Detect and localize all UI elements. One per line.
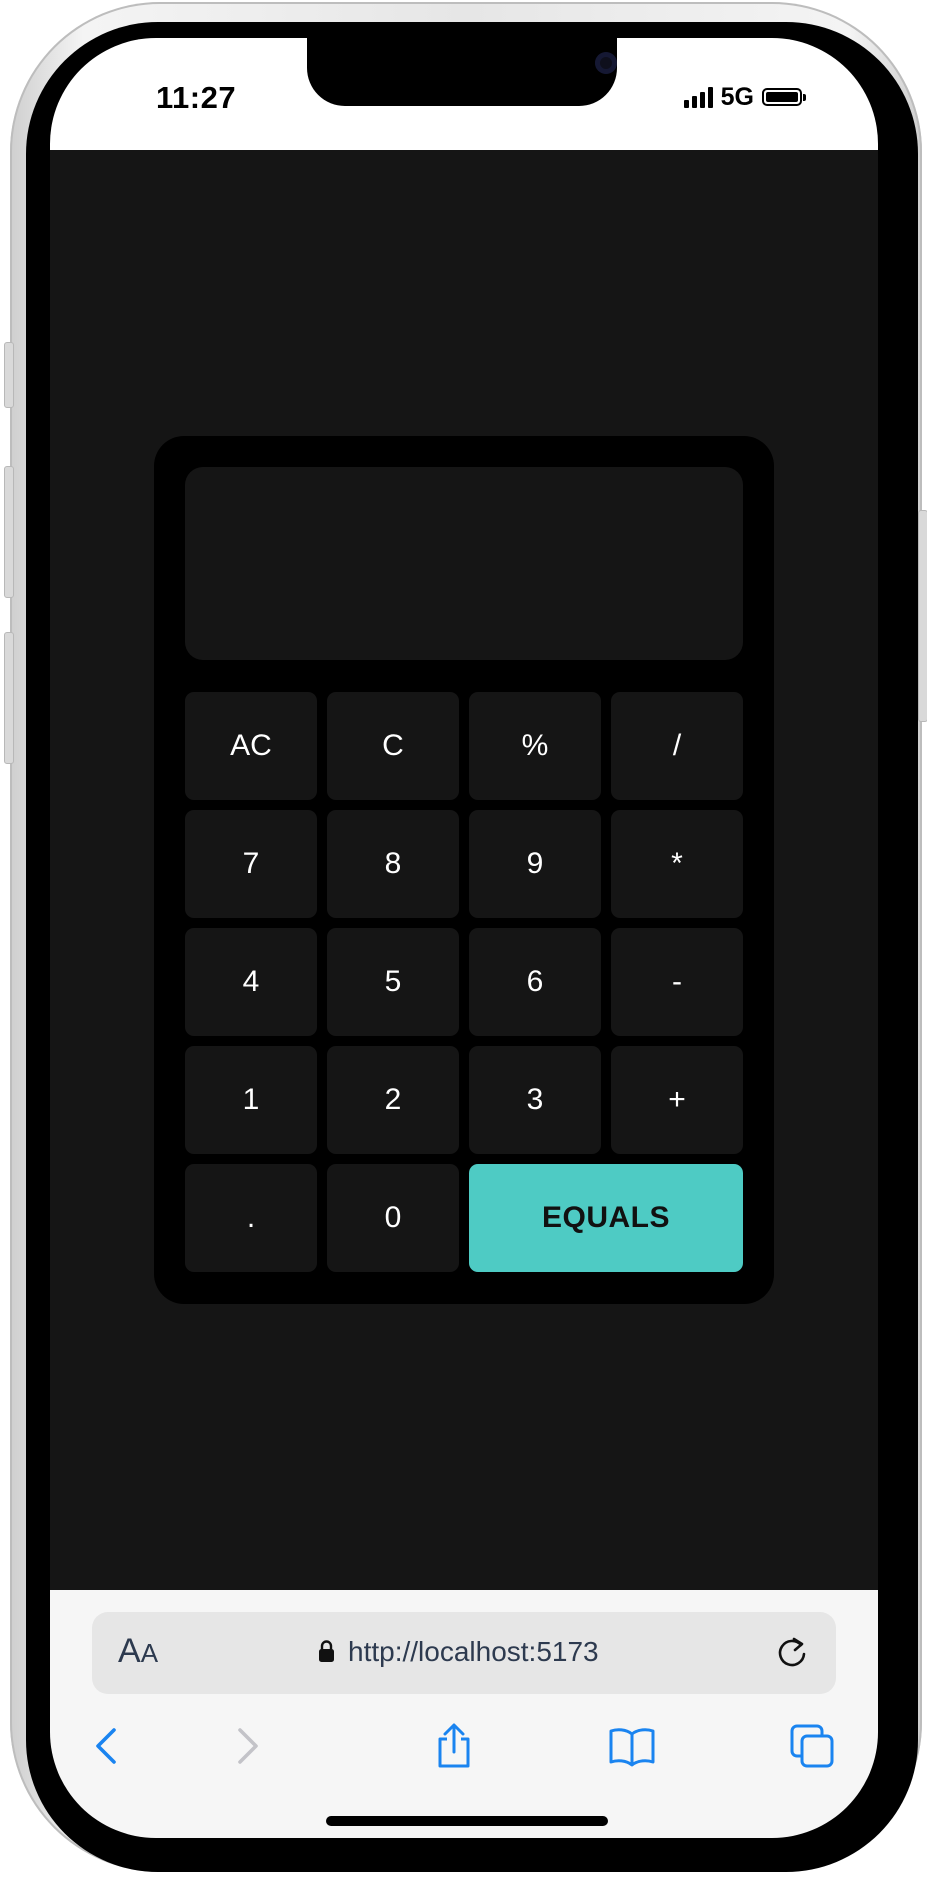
status-time: 11:27	[156, 80, 237, 115]
key-0[interactable]: 0	[327, 1164, 459, 1272]
key-2[interactable]: 2	[327, 1046, 459, 1154]
volume-up-button	[4, 466, 14, 598]
home-indicator	[326, 1816, 608, 1826]
key-decimal[interactable]: .	[185, 1164, 317, 1272]
key-4[interactable]: 4	[185, 928, 317, 1036]
key-1[interactable]: 1	[185, 1046, 317, 1154]
share-icon[interactable]	[430, 1722, 478, 1770]
tabs-icon[interactable]	[788, 1722, 836, 1770]
text-size-label: AA	[118, 1632, 159, 1670]
key-6[interactable]: 6	[469, 928, 601, 1036]
volume-down-button	[4, 632, 14, 764]
reload-icon[interactable]	[774, 1634, 810, 1670]
address-bar[interactable]: AA http://localhost:5173	[92, 1612, 836, 1694]
equals-button[interactable]: EQUALS	[469, 1164, 743, 1272]
key-8[interactable]: 8	[327, 810, 459, 918]
notch	[307, 38, 617, 106]
lock-icon	[319, 1640, 334, 1662]
text-size-button[interactable]: AA	[118, 1632, 158, 1671]
key-3[interactable]: 3	[469, 1046, 601, 1154]
keypad: AC C % / 7 8 9 * 4 5 6 - 1 2 3 + . 0 EQU…	[185, 692, 743, 1272]
web-page: AC C % / 7 8 9 * 4 5 6 - 1 2 3 + . 0 EQU…	[50, 150, 878, 1590]
url-text[interactable]: http://localhost:5173	[348, 1636, 599, 1668]
key-add[interactable]: +	[611, 1046, 743, 1154]
network-label: 5G	[720, 82, 754, 111]
battery-icon	[762, 88, 806, 106]
key-clear[interactable]: C	[327, 692, 459, 800]
key-multiply[interactable]: *	[611, 810, 743, 918]
status-indicators: 5G	[683, 82, 806, 112]
key-subtract[interactable]: -	[611, 928, 743, 1036]
key-7[interactable]: 7	[185, 810, 317, 918]
camera-icon	[595, 52, 617, 74]
status-bar: 11:27 5G	[50, 38, 878, 150]
chevron-right-icon[interactable]	[222, 1722, 270, 1770]
key-divide[interactable]: /	[611, 692, 743, 800]
phone-screen: 11:27 5G AC C % / 7 8 9 * 4 5 6 - 1 2 3 …	[50, 38, 878, 1838]
key-percent[interactable]: %	[469, 692, 601, 800]
calculator-display	[185, 467, 743, 660]
book-icon[interactable]	[608, 1722, 656, 1770]
chevron-left-icon[interactable]	[84, 1722, 132, 1770]
key-9[interactable]: 9	[469, 810, 601, 918]
power-button	[918, 510, 927, 722]
key-all-clear[interactable]: AC	[185, 692, 317, 800]
key-5[interactable]: 5	[327, 928, 459, 1036]
calculator: AC C % / 7 8 9 * 4 5 6 - 1 2 3 + . 0 EQU…	[154, 436, 774, 1304]
silent-switch	[4, 342, 14, 408]
browser-chrome: AA http://localhost:5173	[50, 1590, 878, 1838]
signal-icon	[683, 86, 713, 108]
